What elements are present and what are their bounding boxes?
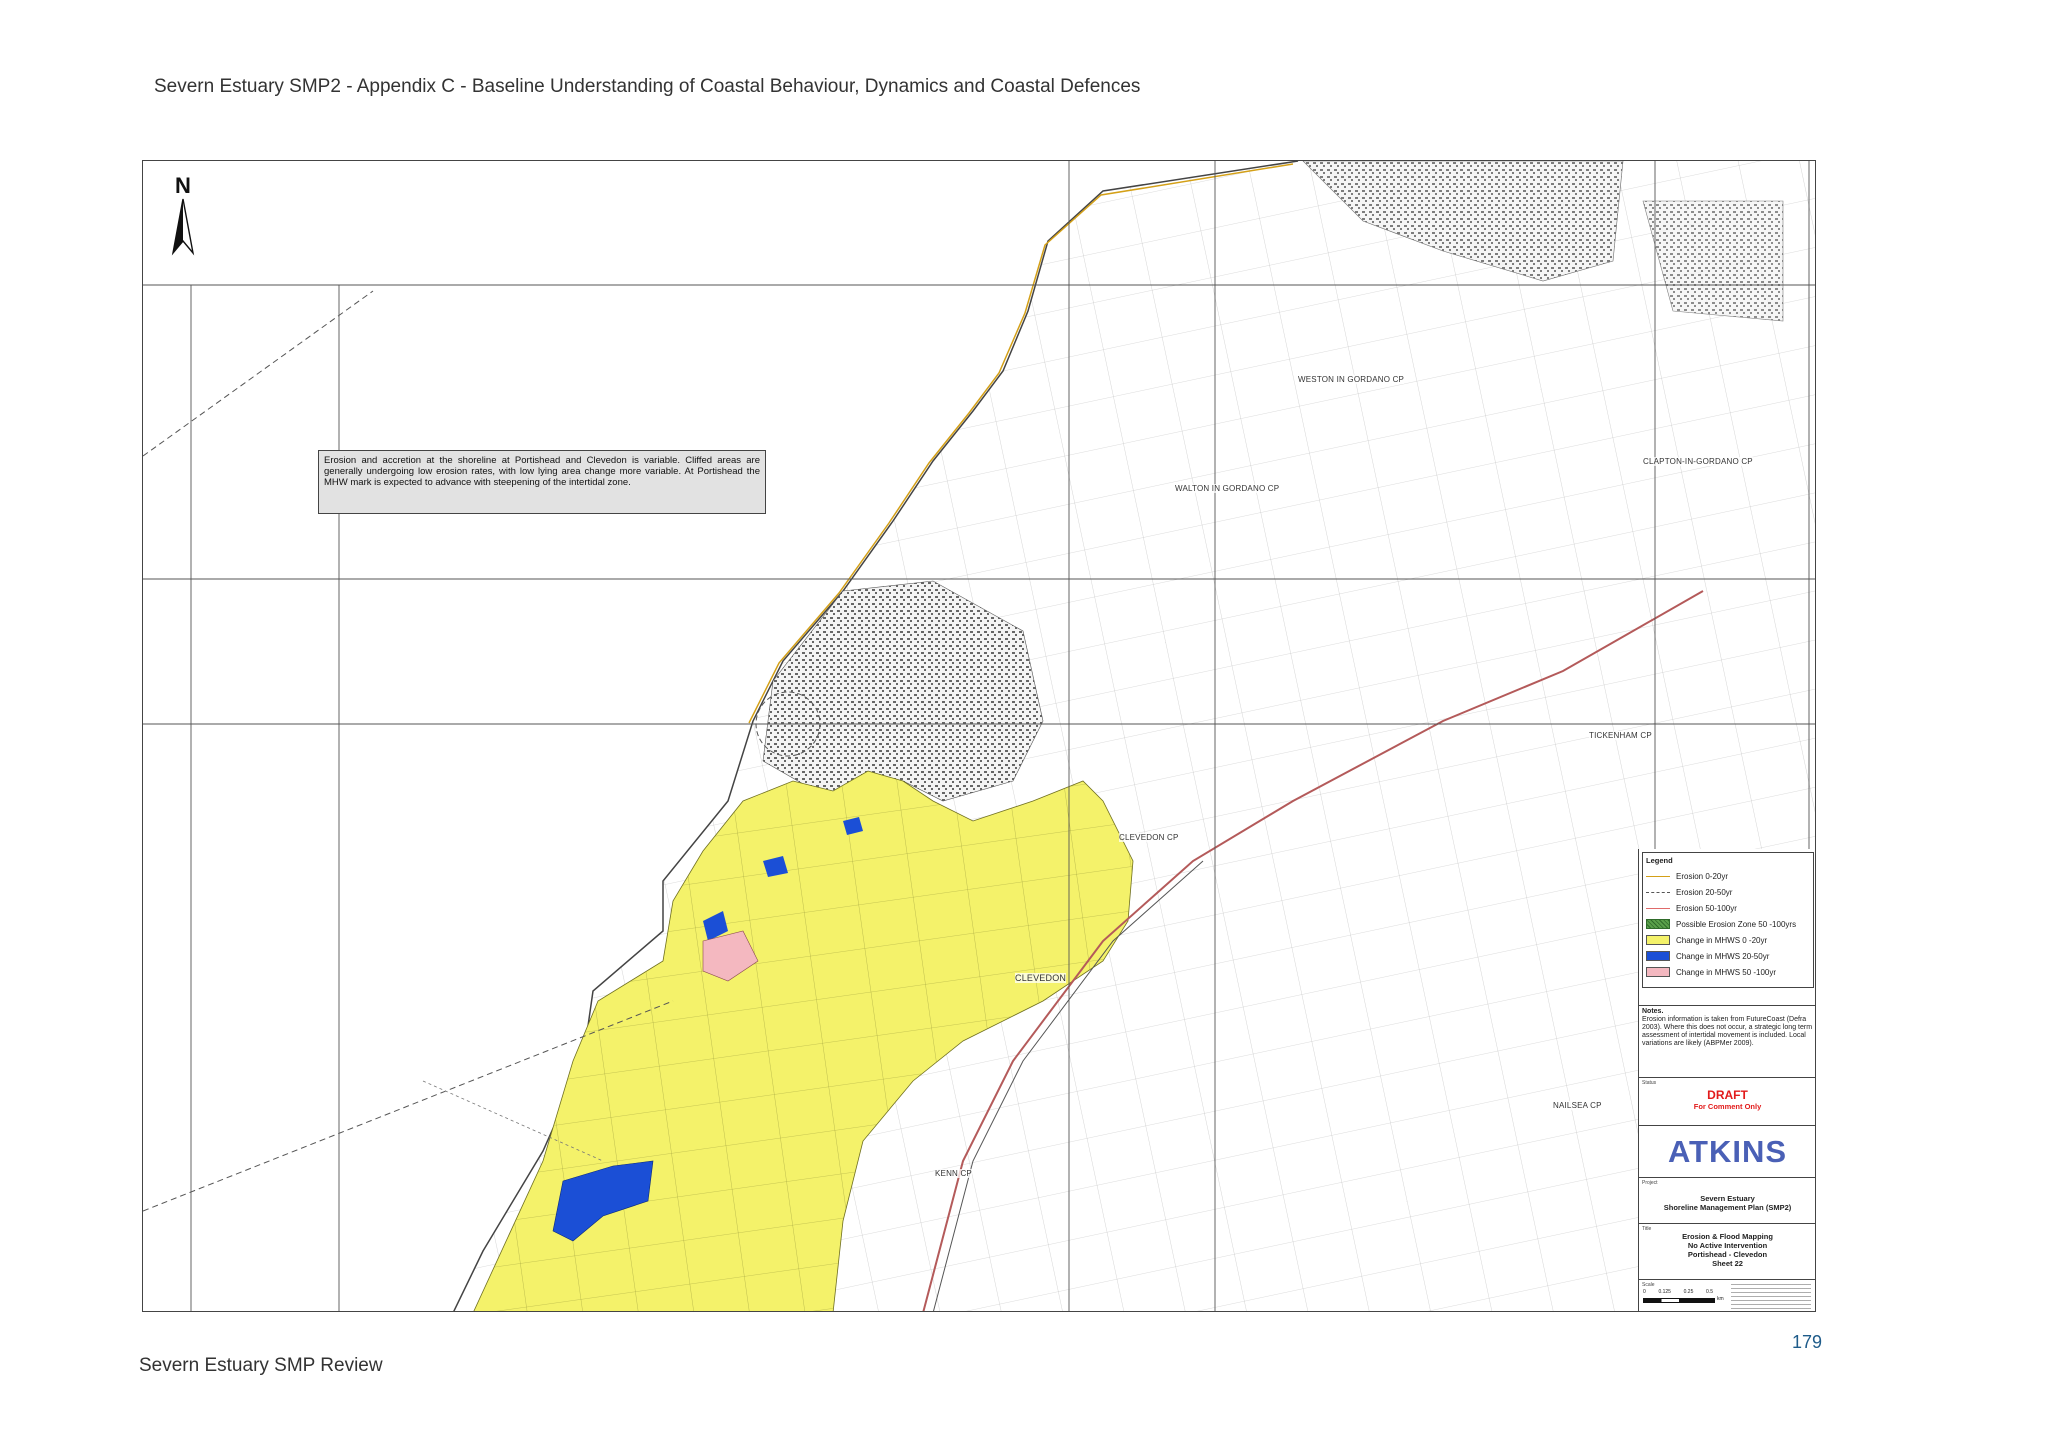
- erosion-info-box: Erosion and accretion at the shoreline a…: [318, 450, 766, 514]
- title-block: Title Erosion & Flood Mapping No Active …: [1639, 1223, 1815, 1280]
- legend-item-label: Change in MHWS 0 -20yr: [1676, 935, 1768, 945]
- title-label: Title: [1642, 1226, 1652, 1232]
- place-clapton: CLAPTON-IN-GORDANO CP: [1643, 457, 1753, 466]
- scale-unit: km: [1717, 1296, 1724, 1302]
- page-header: Severn Estuary SMP2 - Appendix C - Basel…: [154, 76, 1141, 97]
- legend-item: Erosion 20-50yr: [1646, 885, 1732, 899]
- atkins-logo: ATKINS: [1639, 1125, 1815, 1178]
- page-footer: Severn Estuary SMP Review: [139, 1355, 383, 1376]
- map-legend: Legend Erosion 0-20yr Erosion 20-50yr Er…: [1642, 852, 1814, 988]
- scale-label: Scale: [1642, 1282, 1655, 1288]
- legend-item-label: Possible Erosion Zone 50 -100yrs: [1676, 919, 1797, 929]
- fine-print: [1731, 1284, 1811, 1310]
- project-line2: Shoreline Management Plan (SMP2): [1663, 1203, 1792, 1212]
- comment-label: For Comment Only: [1693, 1102, 1762, 1111]
- mhws-50-100-swatch-icon: [1646, 967, 1670, 977]
- erosion-0-20-line-icon: [1646, 875, 1670, 877]
- place-walton: WALTON IN GORDANO CP: [1175, 484, 1280, 493]
- legend-item-label: Change in MHWS 50 -100yr: [1676, 967, 1777, 977]
- mhws-0-20-swatch-icon: [1646, 935, 1670, 945]
- scale-ticks: 0 0.125 0.25 0.5: [1643, 1289, 1713, 1295]
- status-block: Status DRAFT For Comment Only: [1639, 1077, 1815, 1126]
- legend-item: Possible Erosion Zone 50 -100yrs: [1646, 917, 1796, 931]
- place-weston: WESTON IN GORDANO CP: [1298, 375, 1405, 384]
- erosion-50-100-line-icon: [1646, 907, 1670, 909]
- north-arrow-icon: [171, 198, 195, 256]
- scale-tick: 0.5: [1706, 1289, 1713, 1295]
- legend-item: Change in MHWS 20-50yr: [1646, 949, 1769, 963]
- legend-item: Erosion 0-20yr: [1646, 869, 1728, 883]
- title-line1: Erosion & Flood Mapping: [1682, 1232, 1773, 1241]
- notes-title: Notes.: [1642, 1008, 1664, 1015]
- place-clevedon: CLEVEDON: [1015, 973, 1067, 983]
- title-line3: Portishead - Clevedon: [1687, 1250, 1768, 1259]
- legend-item: Erosion 50-100yr: [1646, 901, 1737, 915]
- status-label: Status: [1642, 1080, 1657, 1086]
- draft-label: DRAFT: [1707, 1088, 1748, 1102]
- scale-block: Scale 0 0.125 0.25 0.5 km: [1639, 1279, 1815, 1311]
- legend-item: Change in MHWS 0 -20yr: [1646, 933, 1767, 947]
- place-tickenham: TICKENHAM CP: [1589, 731, 1652, 740]
- legend-item-label: Erosion 50-100yr: [1676, 903, 1737, 913]
- title-line2: No Active Intervention: [1687, 1241, 1768, 1250]
- place-nailsea: NAILSEA CP: [1553, 1101, 1602, 1110]
- legend-item-label: Erosion 20-50yr: [1676, 887, 1733, 897]
- page-number: 179: [1792, 1332, 1823, 1352]
- map-canvas: [143, 161, 1815, 1311]
- north-arrow: N: [171, 175, 195, 265]
- title-line4: Sheet 22: [1712, 1259, 1743, 1268]
- erosion-20-50-line-icon: [1646, 891, 1670, 893]
- project-block: Project Severn Estuary Shoreline Managem…: [1639, 1177, 1815, 1224]
- legend-item-label: Change in MHWS 20-50yr: [1676, 951, 1770, 961]
- erosion-zone-swatch-icon: [1646, 919, 1670, 929]
- project-label: Project: [1642, 1180, 1658, 1186]
- legend-item-label: Erosion 0-20yr: [1676, 871, 1729, 881]
- title-block-panel: Legend Erosion 0-20yr Erosion 20-50yr Er…: [1638, 849, 1815, 1311]
- legend-item: Change in MHWS 50 -100yr: [1646, 965, 1776, 979]
- map-frame: N Erosion and accretion at the shoreline…: [142, 160, 1816, 1312]
- place-clevedon-cp: CLEVEDON CP: [1119, 833, 1179, 842]
- scale-tick: 0.125: [1658, 1289, 1671, 1295]
- mhws-20-50-swatch-icon: [1646, 951, 1670, 961]
- place-kenn: KENN CP: [935, 1169, 972, 1178]
- scale-bar: [1643, 1298, 1715, 1303]
- north-label: N: [175, 173, 191, 198]
- legend-title: Legend: [1646, 856, 1673, 865]
- notes-text: Erosion information is taken from Future…: [1642, 1016, 1813, 1047]
- scale-tick: 0.25: [1683, 1289, 1694, 1295]
- project-line1: Severn Estuary: [1700, 1194, 1755, 1203]
- scale-tick: 0: [1643, 1289, 1646, 1295]
- notes-block: Notes. Erosion information is taken from…: [1639, 1005, 1815, 1077]
